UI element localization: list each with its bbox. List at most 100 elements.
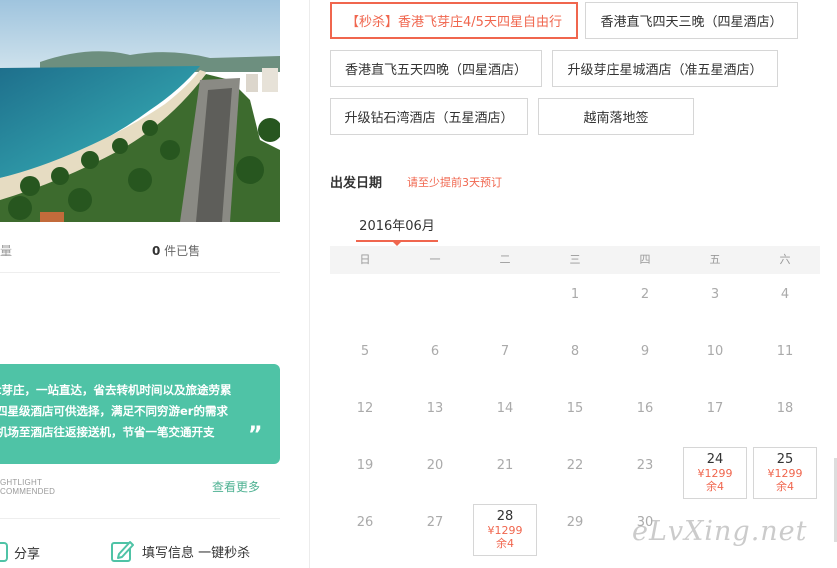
day-number: 15 (566, 401, 584, 416)
intro-line: t芽庄，一站直达，省去转机时间以及旅途劳累 (0, 383, 232, 397)
day-number: 10 (706, 344, 724, 359)
day-remaining: 余4 (776, 480, 794, 493)
day-number: 7 (500, 344, 510, 359)
day-remaining: 余4 (706, 480, 724, 493)
see-more-link[interactable]: 查看更多 (212, 478, 260, 495)
booking-hint: 请至少提前3天预订 (407, 176, 502, 189)
divider (0, 272, 280, 273)
month-label: 2016年06月 (359, 219, 435, 234)
calendar-day: 6 (403, 333, 467, 385)
day-number: 8 (570, 344, 580, 359)
day-price: ¥1299 (697, 467, 733, 480)
day-number: 28 (496, 509, 514, 524)
weekday: 二 (499, 253, 511, 266)
calendar-day: 22 (543, 447, 607, 499)
calendar-day: 16 (613, 390, 677, 442)
calendar-day: 9 (613, 333, 677, 385)
rec-line: GHTLIGHT (0, 478, 43, 487)
calendar-day: 21 (473, 447, 537, 499)
weekday: 六 (779, 253, 791, 266)
option-upgrade-diamondbay[interactable]: 升级钻石湾酒店（五星酒店） (330, 98, 528, 135)
calendar-day: 5 (333, 333, 397, 385)
share-button[interactable]: 分享 (0, 540, 40, 564)
option-visa[interactable]: 越南落地签 (538, 98, 694, 135)
fill-info-label: 填写信息 一键秒杀 (142, 545, 251, 561)
weekday: 三 (569, 253, 581, 266)
left-panel: 量 0 件已售 t芽庄，一站直达，省去转机时间以及旅途劳累 四星级酒店可供选择，… (0, 0, 310, 568)
weekday-header: 日 一 二 三 四 五 六 (330, 246, 820, 274)
calendar-day: 13 (403, 390, 467, 442)
calendar-day: 2 (613, 276, 677, 328)
calendar-day: 23 (613, 447, 677, 499)
intro-line: 机场至酒店往返接送机，节省一笔交通开支 (0, 425, 215, 439)
day-price: ¥1299 (487, 524, 523, 537)
day-remaining: 余4 (496, 537, 514, 550)
month-tab-2016-06[interactable]: 2016年06月 (356, 214, 438, 246)
edit-icon (111, 541, 134, 562)
weekday: 四 (639, 253, 651, 266)
calendar-day: 3 (683, 276, 747, 328)
day-number: 29 (566, 515, 584, 530)
day-number: 5 (360, 344, 370, 359)
calendar-day: 14 (473, 390, 537, 442)
day-number: 19 (356, 458, 374, 473)
option-hk-5d4n[interactable]: 香港直飞五天四晚（四星酒店） (330, 50, 542, 87)
day-number: 14 (496, 401, 514, 416)
calendar-day: 15 (543, 390, 607, 442)
calendar-day: 19 (333, 447, 397, 499)
day-number: 2 (640, 287, 650, 302)
day-number: 20 (426, 458, 444, 473)
day-number: 18 (776, 401, 794, 416)
day-price: ¥1299 (767, 467, 803, 480)
option-upgrade-starcity[interactable]: 升级芽庄星城酒店（准五星酒店） (552, 50, 778, 87)
beach-photo (0, 0, 280, 222)
calendar-day-available[interactable]: 24 ¥1299 余4 (683, 447, 747, 499)
departure-date-title: 出发日期 (330, 176, 383, 191)
highlight-recommended-label: GHTLIGHT COMMENDED (0, 478, 55, 496)
sold-count: 0 件已售 (152, 242, 200, 259)
right-panel: 【秒杀】香港飞芽庄4/5天四星自由行 香港直飞四天三晚（四星酒店） 香港直飞五天… (311, 0, 837, 568)
day-number: 1 (570, 287, 580, 302)
calendar-day: 26 (333, 504, 397, 556)
day-number: 26 (356, 515, 374, 530)
calendar-day: 4 (753, 276, 817, 328)
day-number: 27 (426, 515, 444, 530)
calendar-day-available[interactable]: 28 ¥1299 余4 (473, 504, 537, 556)
calendar-day: 17 (683, 390, 747, 442)
sold-unit: 件已售 (160, 244, 201, 258)
day-number: 6 (430, 344, 440, 359)
day-number: 4 (780, 287, 790, 302)
calendar-day: 12 (333, 390, 397, 442)
day-number: 24 (706, 452, 724, 467)
day-number: 3 (710, 287, 720, 302)
divider (0, 518, 280, 519)
calendar-day: 27 (403, 504, 467, 556)
calendar-day: 1 (543, 276, 607, 328)
calendar-day: 7 (473, 333, 537, 385)
option-flash-sale[interactable]: 【秒杀】香港飞芽庄4/5天四星自由行 (330, 2, 578, 39)
calendar-day: 18 (753, 390, 817, 442)
day-number: 21 (496, 458, 514, 473)
calendar-day: 8 (543, 333, 607, 385)
option-hk-4d3n[interactable]: 香港直飞四天三晚（四星酒店） (585, 2, 798, 39)
day-number: 22 (566, 458, 584, 473)
weekday: 五 (709, 253, 721, 266)
calendar-day: 11 (753, 333, 817, 385)
day-number: 23 (636, 458, 654, 473)
intro-card: t芽庄，一站直达，省去转机时间以及旅途劳累 四星级酒店可供选择，满足不同穷游er… (0, 364, 280, 464)
calendar-day: 20 (403, 447, 467, 499)
day-number: 11 (776, 344, 794, 359)
calendar-day-available[interactable]: 25 ¥1299 余4 (753, 447, 817, 499)
day-number: 9 (640, 344, 650, 359)
share-icon (0, 542, 8, 562)
weekday: 日 (359, 253, 371, 266)
rec-line: COMMENDED (0, 487, 56, 496)
day-number: 13 (426, 401, 444, 416)
day-number: 16 (636, 401, 654, 416)
day-number: 12 (356, 401, 374, 416)
calendar-day: 10 (683, 333, 747, 385)
fill-info-button[interactable]: 填写信息 一键秒杀 (110, 538, 250, 564)
share-label: 分享 (14, 546, 41, 562)
intro-line: 四星级酒店可供选择，满足不同穷游er的需求 (0, 404, 228, 418)
day-number: 17 (706, 401, 724, 416)
